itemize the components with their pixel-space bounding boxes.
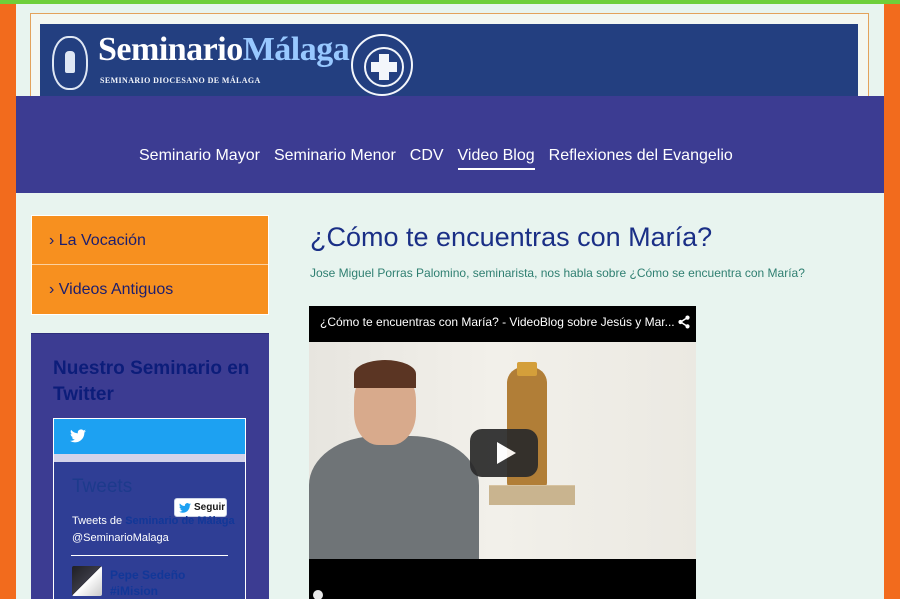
- right-orange-border: [884, 4, 900, 599]
- video-title-bar: ¿Cómo te encuentras con María? - VideoBl…: [309, 306, 696, 342]
- post-intro: Jose Miguel Porras Palomino, seminarista…: [310, 266, 805, 280]
- twitter-owner-link[interactable]: Seminario de Málaga: [125, 515, 234, 527]
- tweet-author-block[interactable]: Pepe Sedeño #iMision: [110, 567, 230, 599]
- share-icon[interactable]: [677, 315, 691, 329]
- video-controls-bar[interactable]: [309, 559, 696, 599]
- left-orange-border: [0, 4, 16, 599]
- twitter-bird-small-icon: [179, 503, 191, 513]
- logo-subtitle: SEMINARIO DIOCESANO DE MÁLAGA: [100, 76, 261, 85]
- play-icon: [497, 442, 516, 464]
- speaker-hair: [354, 360, 416, 388]
- video-thumbnail[interactable]: [309, 342, 696, 559]
- tweets-by-line: Tweets de Seminario de Málaga @Seminario…: [72, 513, 240, 547]
- tweets-title: Tweets: [72, 476, 133, 497]
- twitter-widget: Nuestro Seminario en Twitter Tweets Segu…: [31, 333, 269, 599]
- statue-shelf: [489, 485, 575, 505]
- play-button[interactable]: [470, 429, 538, 477]
- page-frame: SeminarioMálaga SEMINARIO DIOCESANO DE M…: [16, 4, 884, 599]
- scrubber-handle[interactable]: [313, 590, 323, 599]
- site-logo[interactable]: SeminarioMálaga: [98, 31, 350, 69]
- tweet-author-name[interactable]: Pepe Sedeño: [110, 567, 230, 583]
- sidebar-item-videos-antiguos[interactable]: › Videos Antiguos: [32, 265, 268, 314]
- tweet-author-avatar[interactable]: [72, 566, 102, 596]
- site-banner[interactable]: SeminarioMálaga SEMINARIO DIOCESANO DE M…: [40, 24, 858, 104]
- speaker-body: [309, 436, 479, 559]
- seminary-seal-icon: [351, 34, 413, 96]
- tweet-card-separator: [54, 454, 245, 462]
- follow-button-label: Seguir: [194, 502, 226, 513]
- tweet-hashtag[interactable]: #iMision: [110, 583, 230, 599]
- sidebar-item-la-vocacion[interactable]: › La Vocación: [32, 216, 268, 265]
- nav-link-seminario-menor[interactable]: Seminario Menor: [274, 147, 396, 170]
- diocese-seal-icon: [52, 36, 88, 90]
- video-title[interactable]: ¿Cómo te encuentras con María? - VideoBl…: [320, 315, 675, 329]
- twitter-handle[interactable]: @SeminarioMalaga: [72, 532, 169, 544]
- nav-link-video-blog[interactable]: Video Blog: [457, 147, 535, 170]
- nav-link-cdv[interactable]: CDV: [410, 147, 444, 170]
- post-title: ¿Cómo te encuentras con María?: [310, 222, 713, 252]
- logo-main-text: Seminario: [98, 31, 243, 68]
- tweet-divider: [71, 555, 228, 556]
- nav-link-seminario-mayor[interactable]: Seminario Mayor: [139, 147, 260, 170]
- twitter-widget-heading: Nuestro Seminario en Twitter: [53, 358, 250, 405]
- nav-list: Seminario Mayor Seminario Menor CDV Vide…: [139, 147, 733, 170]
- tweet-card-header: [54, 419, 245, 454]
- sidebar-menu: › La Vocación › Videos Antiguos: [31, 215, 269, 315]
- tweet-timeline-card: Tweets Seguir Tweets de Seminario de Mál…: [53, 418, 246, 599]
- twitter-bird-icon: [70, 429, 86, 443]
- nav-link-reflexiones[interactable]: Reflexiones del Evangelio: [549, 147, 733, 170]
- main-navigation: Seminario Mayor Seminario Menor CDV Vide…: [16, 96, 884, 193]
- cross-icon: [379, 54, 389, 80]
- tweets-by-prefix: Tweets de: [72, 515, 123, 527]
- cross-bar-icon: [371, 62, 397, 72]
- embedded-video-player[interactable]: ¿Cómo te encuentras con María? - VideoBl…: [309, 306, 696, 599]
- logo-accent-text: Málaga: [242, 31, 350, 68]
